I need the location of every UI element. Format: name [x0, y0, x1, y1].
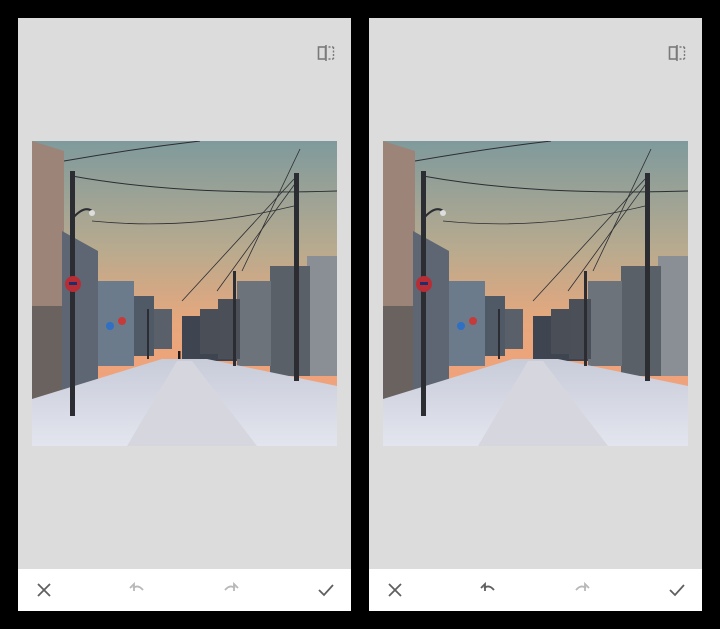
photo-preview[interactable]	[383, 141, 688, 446]
editor-panel-after	[369, 18, 702, 611]
redo-icon[interactable]	[572, 580, 592, 600]
undo-icon[interactable]	[127, 580, 147, 600]
close-icon[interactable]	[34, 580, 54, 600]
redo-icon[interactable]	[221, 580, 241, 600]
checkmark-icon[interactable]	[667, 580, 687, 600]
checkmark-icon[interactable]	[316, 580, 336, 600]
compare-split-icon[interactable]	[668, 44, 686, 62]
snowy-street-photo	[383, 141, 688, 446]
bottom-toolbar	[18, 569, 351, 611]
photo-preview[interactable]	[32, 141, 337, 446]
bottom-toolbar	[369, 569, 702, 611]
compare-split-icon[interactable]	[317, 44, 335, 62]
close-icon[interactable]	[385, 580, 405, 600]
editor-panel-before	[18, 18, 351, 611]
undo-icon[interactable]	[478, 580, 498, 600]
pedestrian	[178, 351, 181, 359]
screenshot-frame	[0, 0, 720, 629]
snowy-street-photo	[32, 141, 337, 446]
